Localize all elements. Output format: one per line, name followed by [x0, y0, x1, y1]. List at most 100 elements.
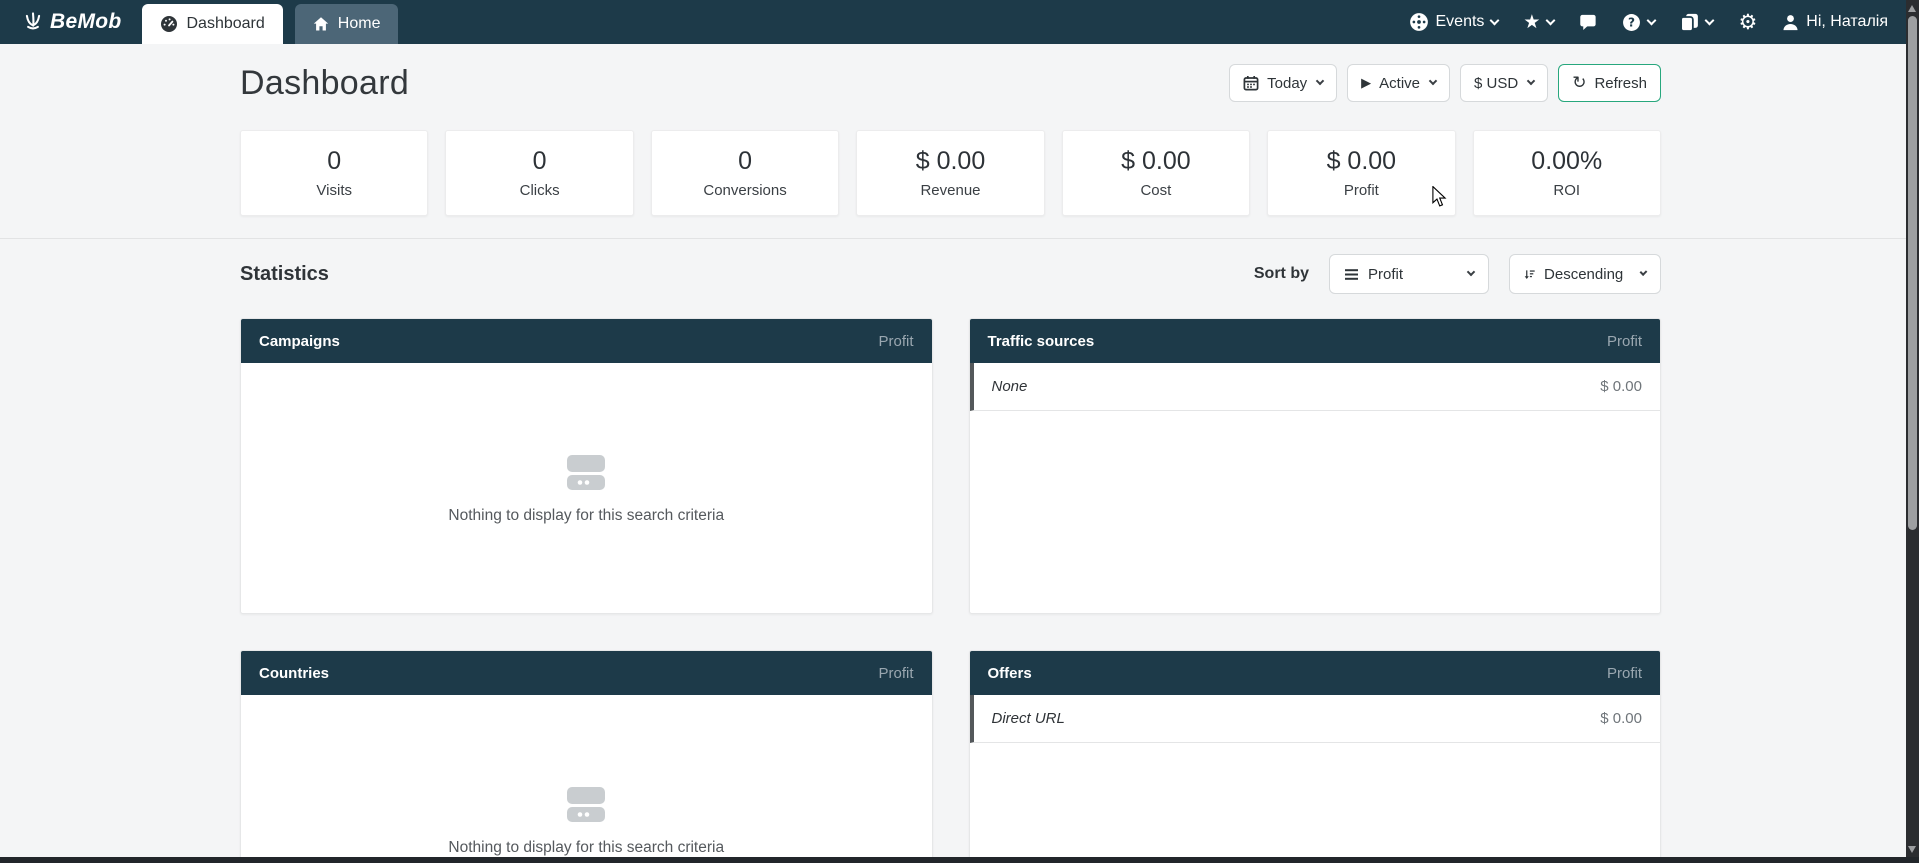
- scroll-up-arrow-icon[interactable]: [1908, 5, 1916, 12]
- chevron-down-icon: [1490, 15, 1500, 25]
- header-actions: Today ▶ Active $ USD ↻ Refresh: [1229, 64, 1661, 102]
- sort-direction-select[interactable]: Descending: [1509, 254, 1661, 294]
- window-bottom-edge: [0, 857, 1919, 863]
- stat-card-roi: 0.00% ROI: [1473, 130, 1661, 216]
- empty-state-text: Nothing to display for this search crite…: [448, 839, 724, 857]
- panel-rows: None $ 0.00: [970, 363, 1661, 614]
- stat-card-cost: $ 0.00 Cost: [1062, 130, 1250, 216]
- help-menu[interactable]: ?: [1622, 13, 1655, 32]
- panel-header: Traffic sources Profit: [970, 319, 1661, 363]
- list-icon: [1344, 268, 1359, 281]
- events-menu[interactable]: Events: [1409, 12, 1499, 32]
- row-value: $ 0.00: [1600, 378, 1642, 395]
- panel-header: Countries Profit: [241, 651, 932, 695]
- topbar: BeMob Dashboard Home: [0, 0, 1906, 44]
- stat-value: 0: [533, 147, 547, 176]
- stat-value: 0: [327, 147, 341, 176]
- server-stack-icon: [564, 453, 608, 493]
- page-title: Dashboard: [240, 64, 409, 103]
- dashboard-gauge-icon: [160, 15, 178, 33]
- row-name: Direct URL: [992, 710, 1065, 727]
- refresh-button[interactable]: ↻ Refresh: [1558, 64, 1661, 102]
- section-divider: [0, 238, 1919, 239]
- scrollbar[interactable]: [1906, 0, 1919, 863]
- panel-empty-state: Nothing to display for this search crite…: [241, 695, 932, 863]
- stat-label: Revenue: [920, 182, 980, 199]
- table-row: Direct URL $ 0.00: [970, 695, 1661, 743]
- calendar-icon: [1243, 75, 1259, 91]
- table-row: None $ 0.00: [970, 363, 1661, 411]
- tab-dashboard-label: Dashboard: [187, 15, 265, 33]
- scroll-down-arrow-icon[interactable]: [1908, 846, 1916, 853]
- stat-card-visits: 0 Visits: [240, 130, 428, 216]
- panel-title: Offers: [988, 665, 1032, 682]
- chevron-down-icon: [1467, 268, 1475, 276]
- status-filter-label: Active: [1379, 75, 1420, 92]
- panel-traffic-sources: Traffic sources Profit None $ 0.00: [969, 318, 1662, 614]
- stat-card-conversions: 0 Conversions: [651, 130, 839, 216]
- home-icon: [313, 16, 329, 32]
- favorites-menu[interactable]: ★: [1523, 13, 1554, 32]
- tab-dashboard[interactable]: Dashboard: [142, 4, 283, 44]
- stat-label: ROI: [1553, 182, 1580, 199]
- events-label: Events: [1436, 13, 1485, 31]
- tab-strip: Dashboard Home: [142, 0, 399, 44]
- sort-controls: Sort by Profit: [1254, 254, 1661, 294]
- panel-offers: Offers Profit Direct URL $ 0.00: [969, 650, 1662, 863]
- chevron-down-icon: [1640, 268, 1648, 276]
- bemob-logo[interactable]: BeMob: [0, 0, 142, 44]
- tab-home[interactable]: Home: [295, 4, 399, 44]
- pages-menu[interactable]: [1680, 13, 1713, 32]
- panel-title: Traffic sources: [988, 333, 1095, 350]
- row-name: None: [992, 378, 1028, 395]
- stat-card-profit: $ 0.00 Profit: [1267, 130, 1455, 216]
- statistics-toolbar: Statistics Sort by Profit: [240, 254, 1661, 294]
- tab-home-label: Home: [338, 15, 381, 33]
- chat-button[interactable]: [1579, 13, 1597, 31]
- stat-cards: 0 Visits 0 Clicks 0 Conversions $ 0.00 R…: [240, 130, 1661, 216]
- stat-card-revenue: $ 0.00 Revenue: [856, 130, 1044, 216]
- statistics-panels: Campaigns Profit Nothing to display for …: [240, 318, 1661, 863]
- panel-metric-label: Profit: [1607, 333, 1642, 350]
- panel-metric-label: Profit: [878, 665, 913, 682]
- stat-label: Profit: [1344, 182, 1379, 199]
- panel-header: Campaigns Profit: [241, 319, 932, 363]
- stat-value: 0.00%: [1531, 147, 1602, 176]
- row-value: $ 0.00: [1600, 710, 1642, 727]
- page-header: Dashboard Today ▶: [240, 60, 1661, 106]
- play-icon: ▶: [1361, 77, 1371, 90]
- settings-button[interactable]: ⚙: [1738, 12, 1757, 33]
- chevron-down-icon: [1429, 77, 1437, 85]
- stat-value: $ 0.00: [1327, 147, 1397, 176]
- panel-empty-state: Nothing to display for this search crite…: [241, 363, 932, 614]
- sort-by-label: Sort by: [1254, 265, 1309, 283]
- sort-direction-value: Descending: [1544, 266, 1623, 283]
- help-icon: ?: [1622, 13, 1641, 32]
- chevron-down-icon: [1647, 15, 1657, 25]
- panel-metric-label: Profit: [878, 333, 913, 350]
- server-stack-icon: [564, 785, 608, 825]
- stat-label: Clicks: [520, 182, 560, 199]
- chevron-down-icon: [1705, 15, 1715, 25]
- bemob-logo-text: BeMob: [50, 10, 122, 34]
- topbar-right: Events ★ ? ⚙: [1409, 0, 1907, 44]
- status-filter-button[interactable]: ▶ Active: [1347, 64, 1450, 102]
- date-range-button[interactable]: Today: [1229, 64, 1337, 102]
- sort-field-select[interactable]: Profit: [1329, 254, 1489, 294]
- user-icon: [1782, 14, 1799, 31]
- stat-label: Cost: [1140, 182, 1171, 199]
- stat-label: Visits: [316, 182, 352, 199]
- chevron-down-icon: [1546, 15, 1556, 25]
- sort-field-value: Profit: [1368, 266, 1403, 283]
- panel-metric-label: Profit: [1607, 665, 1642, 682]
- stat-card-clicks: 0 Clicks: [445, 130, 633, 216]
- chevron-down-icon: [1316, 77, 1324, 85]
- bemob-logo-icon: [22, 11, 44, 33]
- scrollbar-thumb[interactable]: [1908, 16, 1917, 530]
- currency-label: $ USD: [1474, 75, 1518, 92]
- currency-button[interactable]: $ USD: [1460, 64, 1548, 102]
- panel-campaigns: Campaigns Profit Nothing to display for …: [240, 318, 933, 614]
- chevron-down-icon: [1527, 77, 1535, 85]
- user-menu[interactable]: Hi, Наталія: [1782, 13, 1888, 31]
- chat-icon: [1579, 13, 1597, 31]
